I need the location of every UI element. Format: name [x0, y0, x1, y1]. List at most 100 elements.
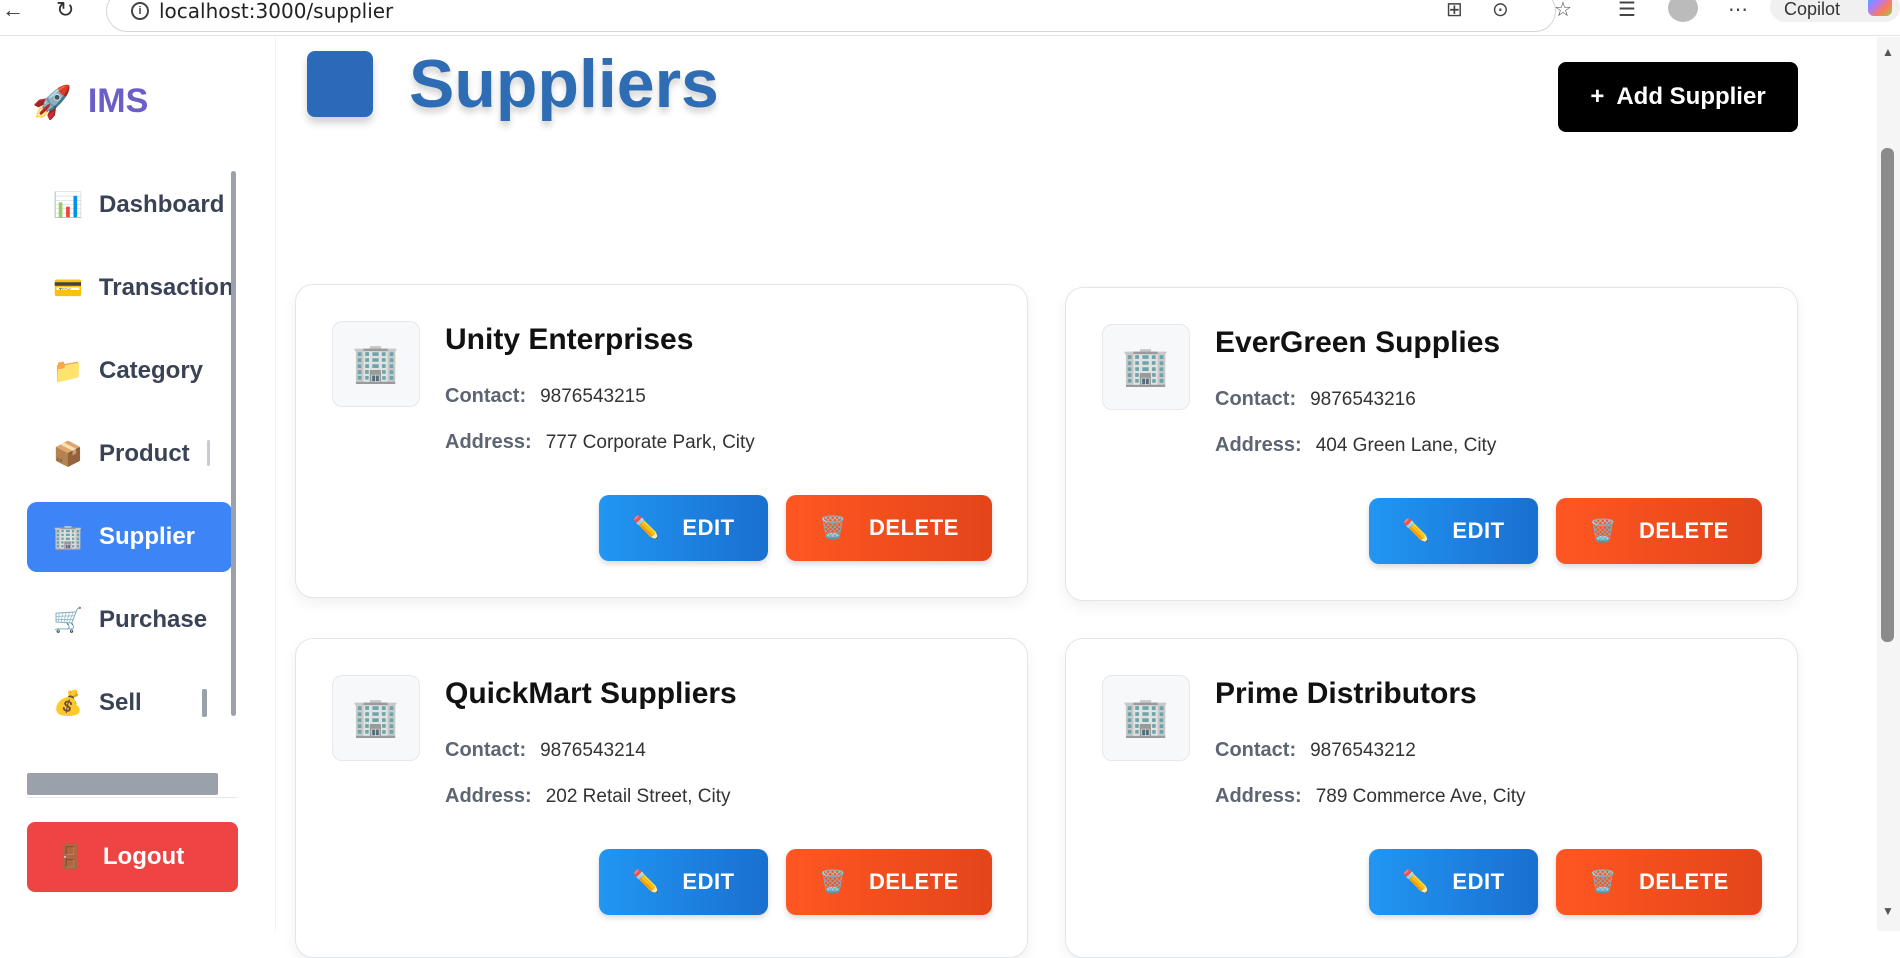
- supplier-name: EverGreen Supplies: [1215, 326, 1501, 359]
- supplier-contact: Contact: 9876543215: [445, 385, 646, 408]
- office-building-icon: 🏢: [1102, 675, 1190, 761]
- office-building-icon: 🏢: [332, 321, 420, 407]
- sidebar-item-label: Supplier: [99, 523, 196, 550]
- shopping-cart-icon: 🛒: [53, 606, 83, 634]
- money-bag-icon: 💰: [53, 689, 83, 717]
- scroll-marker: [207, 440, 210, 466]
- trash-icon: 🗑️: [819, 515, 848, 540]
- contact-value: 9876543214: [540, 740, 646, 761]
- trash-icon: 🗑️: [819, 869, 848, 894]
- supplier-contact: Contact: 9876543212: [1215, 739, 1416, 762]
- trash-icon: 🗑️: [1589, 869, 1618, 894]
- pencil-icon: ✏️: [632, 515, 661, 540]
- main-content: Suppliers + Add Supplier 🏢 Unity Enterpr…: [277, 37, 1877, 958]
- delete-button[interactable]: 🗑️ DELETE: [1556, 498, 1762, 564]
- site-info-icon[interactable]: i: [131, 2, 149, 20]
- address-value: 789 Commerce Ave, City: [1315, 786, 1526, 807]
- supplier-name: Prime Distributors: [1215, 677, 1477, 710]
- address-value: 202 Retail Street, City: [545, 786, 731, 807]
- sidebar-item-supplier[interactable]: 🏢 Supplier: [27, 502, 232, 572]
- delete-label: DELETE: [869, 515, 959, 540]
- supplier-contact: Contact: 9876543216: [1215, 388, 1416, 411]
- address-value: 777 Corporate Park, City: [545, 432, 755, 453]
- page-scrollbar-thumb[interactable]: [1881, 148, 1894, 642]
- sidebar-item-product[interactable]: 📦 Product: [27, 419, 232, 489]
- sidebar-item-label: Product: [99, 440, 190, 467]
- pencil-icon: ✏️: [1402, 518, 1431, 543]
- url-text: localhost:3000/supplier: [159, 0, 394, 23]
- contact-value: 9876543216: [1310, 389, 1416, 410]
- reload-icon[interactable]: ↻: [56, 0, 74, 22]
- plus-icon: +: [1590, 83, 1605, 110]
- bar-chart-icon: 📊: [53, 191, 83, 219]
- profile-avatar[interactable]: [1668, 0, 1698, 22]
- delete-label: DELETE: [1639, 518, 1729, 543]
- brand-name: IMS: [87, 82, 149, 120]
- contact-label: Contact:: [1215, 388, 1297, 410]
- delete-button[interactable]: 🗑️ DELETE: [1556, 849, 1762, 915]
- sidebar-item-label: Purchase: [99, 606, 208, 633]
- contact-label: Contact:: [1215, 739, 1297, 761]
- sidebar-item-label: Transaction: [98, 274, 232, 301]
- sidebar-item-label: Sell: [99, 689, 142, 716]
- page-header: Suppliers: [307, 45, 719, 123]
- delete-label: DELETE: [869, 869, 959, 894]
- supplier-card: 🏢 QuickMart Suppliers Contact: 9876543214…: [295, 638, 1028, 958]
- delete-button[interactable]: 🗑️ DELETE: [786, 849, 992, 915]
- copilot-label: Copilot: [1784, 0, 1841, 19]
- scroll-up-icon[interactable]: ▲: [1882, 45, 1894, 59]
- package-icon: 📦: [53, 440, 83, 468]
- edit-label: EDIT: [682, 869, 735, 894]
- contact-label: Contact:: [445, 739, 527, 761]
- sidebar-scrollbar[interactable]: [231, 171, 236, 716]
- back-icon[interactable]: ←: [2, 0, 24, 22]
- delete-button[interactable]: 🗑️ DELETE: [786, 495, 992, 561]
- edit-label: EDIT: [682, 515, 735, 540]
- logout-button[interactable]: 🚪 Logout: [27, 822, 238, 892]
- sidebar-item-label: Dashboard: [99, 191, 225, 218]
- trash-icon: 🗑️: [1589, 518, 1618, 543]
- sidebar-item-transaction[interactable]: 💳 Transaction: [27, 253, 232, 323]
- edit-button[interactable]: ✏️ EDIT: [599, 495, 768, 561]
- supplier-address: Address: 777 Corporate Park, City: [445, 431, 755, 454]
- address-label: Address:: [445, 431, 532, 453]
- sidebar: 🚀 IMS 📊 Dashboard 💳 Transaction 📁 Catego…: [0, 37, 276, 931]
- office-building-icon: 🏢: [1102, 324, 1190, 410]
- brand: 🚀 IMS: [32, 82, 148, 121]
- sidebar-item-purchase[interactable]: 🛒 Purchase: [27, 585, 232, 655]
- apps-icon[interactable]: ⊞: [1446, 0, 1463, 20]
- office-building-icon: 🏢: [53, 523, 83, 551]
- edit-button[interactable]: ✏️ EDIT: [1369, 498, 1538, 564]
- sidebar-item-label: Category: [99, 357, 204, 384]
- more-tools-icon[interactable]: ⊙: [1492, 0, 1509, 20]
- credit-card-icon: 💳: [53, 274, 83, 302]
- rocket-icon: 🚀: [32, 83, 72, 120]
- edit-button[interactable]: ✏️ EDIT: [1369, 849, 1538, 915]
- door-icon: 🚪: [55, 843, 85, 871]
- copilot-button[interactable]: Copilot: [1770, 0, 1900, 22]
- favorite-star-icon[interactable]: ☆: [1554, 0, 1572, 20]
- edit-label: EDIT: [1452, 869, 1505, 894]
- page-title: Suppliers: [409, 46, 719, 122]
- logout-label: Logout: [102, 843, 185, 870]
- more-options-icon[interactable]: ⋯: [1728, 0, 1748, 20]
- supplier-name: QuickMart Suppliers: [445, 677, 737, 710]
- address-label: Address:: [1215, 785, 1302, 807]
- delete-label: DELETE: [1639, 869, 1729, 894]
- supplier-address: Address: 789 Commerce Ave, City: [1215, 785, 1526, 808]
- address-bar[interactable]: i localhost:3000/supplier: [106, 0, 1556, 32]
- sidebar-item-dashboard[interactable]: 📊 Dashboard: [27, 170, 232, 240]
- pencil-icon: ✏️: [1402, 869, 1431, 894]
- edit-button[interactable]: ✏️ EDIT: [599, 849, 768, 915]
- address-label: Address:: [445, 785, 532, 807]
- scroll-down-icon[interactable]: ▼: [1882, 904, 1894, 918]
- add-supplier-button[interactable]: + Add Supplier: [1558, 62, 1798, 132]
- sidebar-item-category[interactable]: 📁 Category: [27, 336, 232, 406]
- address-value: 404 Green Lane, City: [1315, 435, 1497, 456]
- favorites-list-icon[interactable]: ☰: [1618, 0, 1636, 20]
- pencil-icon: ✏️: [632, 869, 661, 894]
- supplier-card: 🏢 EverGreen Supplies Contact: 9876543216 …: [1065, 287, 1798, 601]
- address-label: Address:: [1215, 434, 1302, 456]
- browser-toolbar: ← ↻ i localhost:3000/supplier ⊞ ⊙ ☆ ☰ ⋯ …: [0, 0, 1900, 36]
- add-supplier-label: Add Supplier: [1616, 83, 1766, 110]
